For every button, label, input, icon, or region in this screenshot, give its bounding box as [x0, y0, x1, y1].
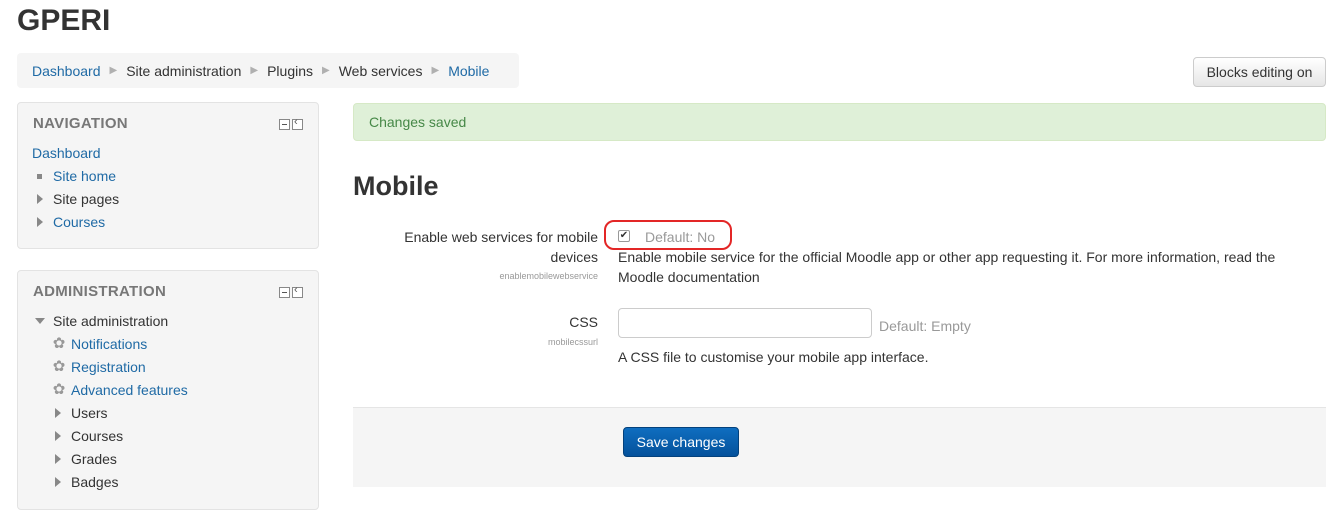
navigation-block-controls: [279, 116, 303, 130]
administration-block: ADMINISTRATION Site administration ✿ Not…: [17, 270, 319, 510]
navigation-block-title: NAVIGATION: [33, 115, 128, 132]
admin-item-courses[interactable]: Courses: [55, 428, 123, 444]
nav-item-label[interactable]: Dashboard: [32, 145, 101, 161]
admin-item-label[interactable]: Badges: [71, 474, 118, 490]
save-changes-button[interactable]: Save changes: [623, 427, 739, 457]
nav-item-label[interactable]: Site home: [53, 168, 116, 184]
collapse-block-icon[interactable]: [279, 287, 290, 298]
gear-icon: ✿: [52, 381, 66, 398]
breadcrumb-separator-icon: ▶: [109, 65, 118, 76]
css-default: Default: Empty: [879, 318, 971, 334]
css-label: CSS: [569, 314, 598, 330]
page-title: Mobile: [353, 171, 439, 201]
admin-item-label[interactable]: Notifications: [71, 336, 147, 352]
breadcrumb: Dashboard ▶ Site administration ▶ Plugin…: [17, 53, 519, 88]
breadcrumb-separator-icon: ▶: [322, 65, 330, 76]
dock-block-icon[interactable]: [292, 284, 303, 298]
enable-ws-description: Enable mobile service for the official M…: [618, 249, 1276, 265]
navigation-block: NAVIGATION Dashboard Site home Site page…: [17, 102, 319, 249]
enable-ws-label-line1: Enable web services for mobile: [404, 229, 598, 245]
breadcrumb-mobile[interactable]: Mobile: [448, 63, 489, 79]
administration-block-title: ADMINISTRATION: [33, 283, 167, 300]
nav-item-label[interactable]: Site pages: [53, 191, 119, 207]
admin-item-label[interactable]: Registration: [71, 359, 146, 375]
css-setting-key: mobilecssurl: [547, 337, 598, 347]
expand-arrow-icon[interactable]: [37, 217, 43, 227]
css-url-input[interactable]: [618, 308, 872, 338]
breadcrumb-plugins: Plugins: [267, 62, 313, 79]
enable-ws-label-line2: devices: [550, 249, 598, 265]
changes-saved-alert: Changes saved: [353, 103, 1326, 141]
collapse-arrow-icon[interactable]: [35, 318, 45, 324]
expand-arrow-icon[interactable]: [55, 431, 61, 441]
admin-item-notifications[interactable]: ✿ Notifications: [51, 335, 148, 352]
dock-block-icon[interactable]: [292, 116, 303, 130]
nav-item-site-pages[interactable]: Site pages: [37, 191, 119, 207]
admin-item-label[interactable]: Advanced features: [71, 382, 188, 398]
css-description: A CSS file to customise your mobile app …: [618, 349, 929, 365]
enable-ws-setting-key: enablemobilewebservice: [499, 271, 598, 281]
site-title: GPERI: [17, 4, 111, 37]
admin-item-label[interactable]: Users: [71, 405, 108, 421]
admin-item-users[interactable]: Users: [55, 405, 108, 421]
gear-icon: ✿: [52, 335, 66, 352]
admin-item-badges[interactable]: Badges: [55, 474, 118, 490]
expand-arrow-icon[interactable]: [55, 454, 61, 464]
breadcrumb-separator-icon: ▶: [250, 65, 259, 76]
admin-item-grades[interactable]: Grades: [55, 451, 117, 467]
admin-item-label[interactable]: Grades: [71, 451, 117, 467]
bullet-icon: [37, 173, 42, 179]
nav-item-site-home[interactable]: Site home: [37, 168, 116, 184]
breadcrumb-dashboard[interactable]: Dashboard: [32, 63, 101, 79]
expand-arrow-icon[interactable]: [55, 408, 61, 418]
collapse-block-icon[interactable]: [279, 119, 290, 130]
admin-item-label[interactable]: Courses: [71, 428, 123, 444]
breadcrumb-site-administration: Site administration: [126, 62, 242, 79]
form-actions: [353, 407, 1326, 487]
highlight-annotation: [604, 220, 732, 250]
nav-item-label[interactable]: Courses: [53, 214, 105, 230]
gear-icon: ✿: [52, 358, 66, 375]
nav-item-dashboard[interactable]: Dashboard: [32, 145, 101, 161]
admin-item-advanced-features[interactable]: ✿ Advanced features: [51, 382, 188, 398]
admin-item-site-administration[interactable]: Site administration: [35, 313, 168, 329]
administration-block-controls: [279, 284, 303, 298]
admin-item-registration[interactable]: ✿ Registration: [51, 359, 146, 375]
breadcrumb-separator-icon: ▶: [431, 65, 440, 76]
expand-arrow-icon[interactable]: [37, 194, 43, 204]
moodle-documentation-link[interactable]: Moodle documentation: [618, 267, 760, 287]
breadcrumb-web-services: Web services: [338, 62, 423, 79]
nav-item-courses[interactable]: Courses: [37, 214, 105, 230]
expand-arrow-icon[interactable]: [55, 477, 61, 487]
admin-item-label[interactable]: Site administration: [53, 313, 168, 329]
blocks-editing-button[interactable]: Blocks editing on: [1193, 57, 1326, 87]
